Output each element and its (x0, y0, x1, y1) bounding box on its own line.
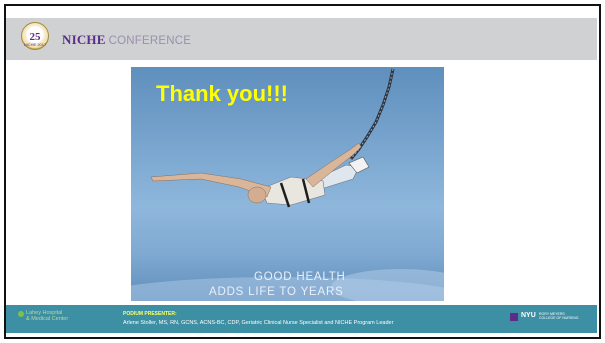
lahey-logo-icon (18, 311, 24, 317)
thank-you-title: Thank you!!! (156, 81, 288, 106)
caption-line-2: ADDS LIFE TO YEARS (209, 286, 344, 298)
caption-line-1: GOOD HEALTH (254, 271, 346, 283)
conference-brand: NICHE CONFERENCE (62, 32, 191, 48)
presenter-name: Arlene Stoller, MS, RN, GCNS, ACNS-BC, C… (123, 320, 394, 326)
brand-conference: CONFERENCE (108, 35, 192, 47)
presenter-label: PODIUM PRESENTER: (123, 311, 177, 317)
nyu-school-name: RORY MEYERS COLLEGE OF NURSING (539, 312, 578, 320)
bungee-jumper-photo: Thank you!!! GOOD HEALTH ADDS LIFE TO YE… (131, 67, 444, 301)
nyu-torch-icon (510, 313, 518, 321)
lahey-hospital-logo: Lahey Hospital & Medical Center (26, 310, 68, 322)
brand-niche: NICHE (62, 32, 106, 47)
hospital-line-2: & Medical Center (26, 316, 69, 322)
nyu-logo: NYU (521, 312, 536, 319)
slide-footer-bar (6, 305, 597, 333)
nyu-school-line-2: COLLEGE OF NURSING (539, 316, 579, 320)
badge-text: NICHE 2017 (23, 42, 47, 47)
jumper-head (247, 186, 267, 204)
niche-anniversary-badge: 25 NICHE 2017 (21, 22, 49, 50)
